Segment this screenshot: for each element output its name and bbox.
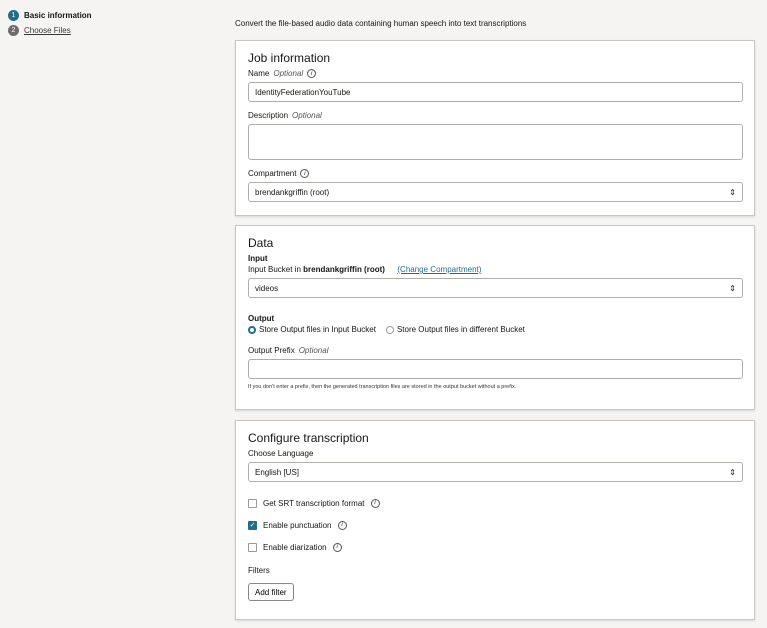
language-label: Choose Language [248, 449, 314, 458]
description-label: Description [248, 111, 289, 120]
radio-label: Store Output files in different Bucket [396, 325, 525, 334]
description-textarea[interactable] [248, 124, 743, 160]
diarization-checkbox-row[interactable]: Enable diarization i [248, 536, 742, 558]
compartment-value: brendankgriffin (root) [255, 187, 330, 197]
checkbox-unchecked[interactable] [248, 542, 257, 552]
change-compartment-link[interactable]: (Change Compartment) [397, 265, 481, 274]
job-information-panel: Job information Name Optional i IdentityFe… [235, 40, 755, 216]
info-icon[interactable]: i [300, 169, 310, 178]
prefix-label: Output Prefix [248, 346, 295, 355]
step-number: 1 [8, 10, 19, 21]
radio-input-bucket[interactable]: Store Output files in Input Bucket [248, 325, 376, 334]
name-label: Name [248, 69, 270, 78]
intro-text: Convert the file-based audio data contai… [235, 19, 527, 28]
srt-checkbox-row[interactable]: Get SRT transcription format i [248, 492, 742, 514]
select-arrows-icon: ⇕ [729, 187, 736, 197]
language-value: English [US] [255, 467, 300, 477]
step-basic-information[interactable]: 1 Basic information [8, 8, 92, 23]
checkbox-unchecked[interactable] [248, 498, 257, 508]
optional-tag: Optional [298, 346, 329, 355]
info-icon[interactable]: i [337, 520, 347, 530]
bucket-value: videos [255, 283, 279, 293]
radio-different-bucket[interactable]: Store Output files in different Bucket [385, 325, 525, 334]
optional-tag: Optional [292, 111, 322, 120]
output-heading: Output [248, 314, 275, 323]
radio-unselected-icon [385, 325, 394, 334]
info-icon[interactable]: i [370, 498, 380, 508]
radio-label: Store Output files in Input Bucket [259, 325, 376, 334]
compartment-select[interactable]: brendankgriffin (root) ⇕ [248, 182, 743, 202]
panel-title: Data [248, 236, 274, 250]
wizard-steps: 1 Basic information 2 Choose Files [8, 8, 92, 38]
output-prefix-input[interactable] [248, 359, 743, 379]
bucket-select[interactable]: videos ⇕ [248, 278, 743, 298]
name-value: IdentityFederationYouTube [255, 87, 351, 97]
filters-label: Filters [248, 566, 270, 575]
prefix-help-text: If you don't enter a prefix, then the ge… [248, 384, 517, 390]
checkbox-label: Enable punctuation [263, 520, 332, 530]
punctuation-checkbox-row[interactable]: ✓ Enable punctuation i [248, 514, 742, 536]
add-filter-button[interactable]: Add filter [248, 583, 294, 601]
panel-title: Job information [248, 51, 331, 65]
select-arrows-icon: ⇕ [729, 283, 736, 293]
radio-selected-icon [248, 325, 256, 334]
checkbox-label: Enable diarization [263, 542, 327, 552]
select-arrows-icon: ⇕ [729, 467, 736, 477]
optional-tag: Optional [273, 69, 304, 78]
configure-transcription-panel: Configure transcription Choose Language … [235, 420, 755, 620]
step-choose-files[interactable]: 2 Choose Files [8, 23, 92, 38]
bucket-label: Input Bucket in [248, 265, 304, 274]
panel-title: Configure transcription [248, 431, 369, 445]
info-icon[interactable]: i [307, 69, 317, 78]
data-panel: Data Input Input Bucket in brendankgriff… [235, 225, 755, 410]
language-select[interactable]: English [US] ⇕ [248, 462, 743, 482]
input-heading: Input [248, 254, 268, 263]
step-label: Basic information [24, 11, 92, 20]
step-label[interactable]: Choose Files [24, 26, 71, 35]
compartment-label: Compartment [248, 169, 297, 178]
checkbox-checked[interactable]: ✓ [248, 520, 257, 530]
bucket-compartment: brendankgriffin (root) [303, 265, 385, 274]
checkbox-label: Get SRT transcription format [263, 498, 365, 508]
name-input[interactable]: IdentityFederationYouTube [248, 82, 743, 102]
step-number: 2 [8, 25, 19, 36]
info-icon[interactable]: i [332, 542, 342, 552]
